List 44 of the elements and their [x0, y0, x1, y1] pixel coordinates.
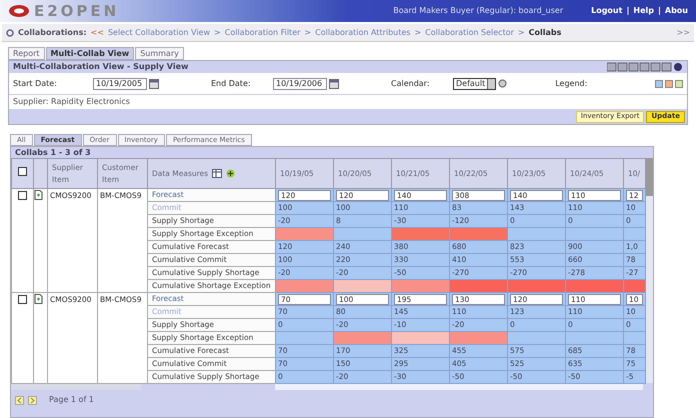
- link-separator: |: [626, 5, 630, 17]
- breadcrumb-separator: >: [304, 26, 312, 38]
- supplier-label: Supplier: Rapidity Electronics: [13, 96, 130, 108]
- calendar-select[interactable]: Default: [453, 78, 496, 90]
- checkbox[interactable]: [18, 191, 27, 200]
- next-page-icon[interactable]: [28, 396, 37, 404]
- vertical-scrollbar[interactable]: [646, 158, 653, 383]
- header-link[interactable]: Abou: [664, 5, 688, 17]
- horizontal-scrollbar[interactable]: [275, 384, 643, 390]
- start-date-label: Start Date:: [13, 78, 58, 90]
- document-icon[interactable]: [34, 294, 43, 304]
- legend-label: Legend:: [555, 78, 588, 90]
- calendar-label: Calendar:: [391, 78, 431, 90]
- breadcrumb-title: Collaborations:: [18, 26, 87, 38]
- start-date-field[interactable]: 10/19/2005: [93, 78, 147, 90]
- collabs-count: Collabs 1 - 3 of 3: [14, 147, 92, 158]
- end-date-label: End Date:: [211, 78, 252, 90]
- toolbar-icons[interactable]: [607, 62, 683, 72]
- header-link[interactable]: Help: [633, 5, 654, 17]
- calendar-icon[interactable]: [149, 78, 159, 88]
- document-icon[interactable]: [34, 190, 43, 200]
- link-separator: |: [658, 5, 661, 17]
- previous-page-icon[interactable]: [15, 396, 24, 404]
- header-link[interactable]: Logout: [591, 5, 622, 17]
- checkbox[interactable]: [18, 167, 27, 176]
- tab[interactable]: Report: [8, 47, 45, 60]
- logo: E2OPEN: [34, 0, 120, 22]
- refresh-icon[interactable]: [6, 28, 14, 36]
- logo-icon: [8, 4, 30, 18]
- end-date-field[interactable]: 10/19/2006: [273, 78, 327, 90]
- add-icon[interactable]: [226, 169, 236, 178]
- page-label: Page 1 of 1: [49, 394, 94, 406]
- panel-title: Multi-Collaboration View - Supply View: [13, 61, 188, 73]
- horizontal-scrollbar[interactable]: [11, 384, 141, 390]
- checkbox[interactable]: [18, 295, 27, 304]
- user-label: Board Makers Buyer (Regular): board_user: [393, 5, 564, 17]
- table-icon[interactable]: [212, 169, 222, 178]
- breadcrumb-link[interactable]: Collabs: [528, 26, 562, 38]
- breadcrumb-separator: >: [414, 26, 422, 38]
- breadcrumb-separator: >: [214, 26, 221, 38]
- breadcrumb-separator: >: [518, 26, 525, 38]
- tab[interactable]: Multi-Collab View: [46, 47, 134, 60]
- tab[interactable]: Summary: [135, 47, 184, 60]
- calendar-icon[interactable]: [329, 78, 339, 88]
